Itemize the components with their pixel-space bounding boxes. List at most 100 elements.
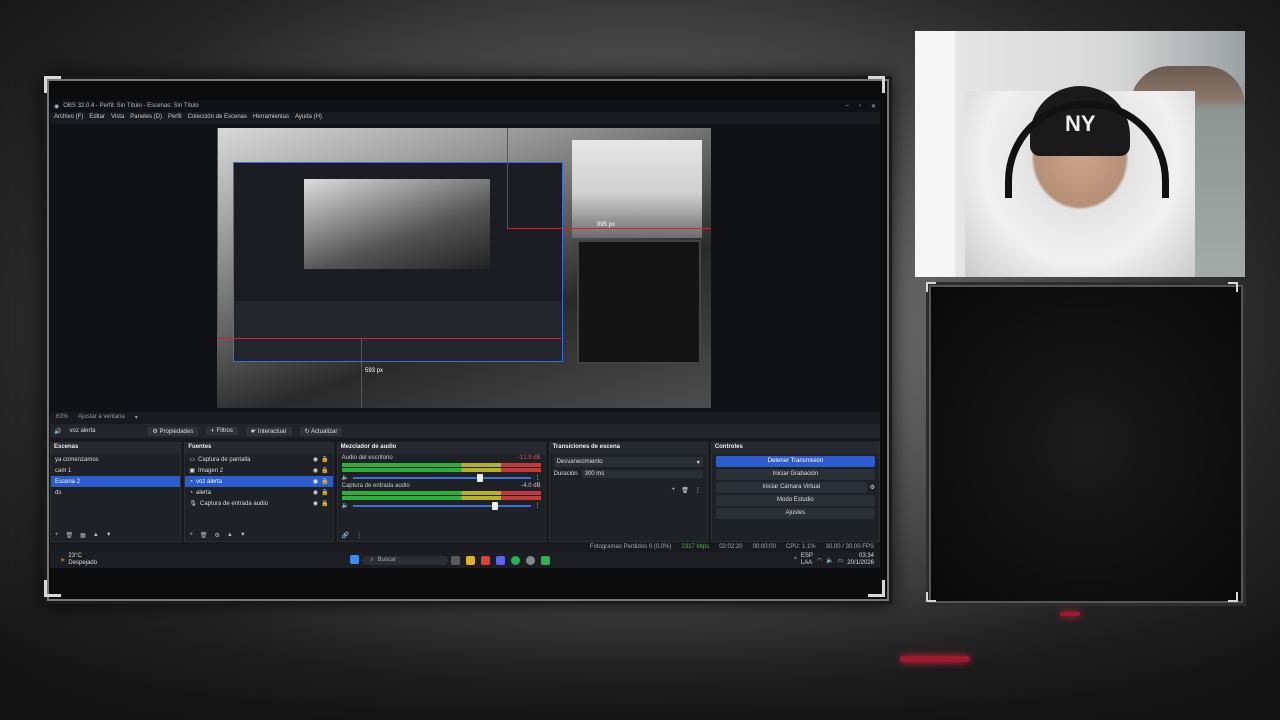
app-icon[interactable]: [541, 555, 551, 565]
add-icon[interactable]: +: [55, 532, 59, 539]
lock-icon[interactable]: 🔒: [321, 456, 328, 463]
move-down-icon[interactable]: ▼: [106, 532, 112, 539]
fit-window-label[interactable]: Ajustar a ventana: [78, 414, 125, 420]
eye-icon[interactable]: ◉: [313, 456, 318, 463]
source-item[interactable]: ▭ Captura de pantalla ◉ 🔒: [185, 454, 332, 465]
gear-icon: ⚙: [152, 428, 160, 435]
eye-icon[interactable]: ◉: [313, 489, 318, 496]
image-source-box[interactable]: [577, 240, 701, 364]
trash-icon[interactable]: 🗑: [681, 487, 689, 494]
duration-input[interactable]: 300 ms: [581, 470, 703, 478]
taskview-icon[interactable]: [451, 555, 461, 565]
scene-item[interactable]: ya comenzamos: [51, 454, 180, 465]
close-icon[interactable]: ✕: [871, 103, 876, 110]
language-indicator[interactable]: ESP LAA: [801, 553, 813, 567]
weather-temp: 23°C: [68, 553, 82, 559]
move-up-icon[interactable]: ▲: [93, 532, 99, 539]
fps-readout: 30.00 / 30.00 FPS: [825, 544, 874, 550]
transition-select[interactable]: Desvanecimiento ▾: [553, 457, 703, 467]
refresh-button[interactable]: ↻ Actualizar: [299, 426, 343, 436]
properties-button[interactable]: ⚙ Propiedades: [147, 426, 199, 436]
maximize-icon[interactable]: ▫: [859, 103, 861, 110]
source-toolbar: 🔊 voz alerta ⚙ Propiedades ◐ Filtros ☛ I…: [50, 424, 880, 438]
scene-item[interactable]: ds: [51, 487, 180, 498]
start-recording-button[interactable]: Iniciar Grabación: [715, 469, 875, 480]
speaker-icon[interactable]: 🔈: [342, 474, 349, 481]
lock-icon[interactable]: 🔒: [321, 478, 328, 485]
obs-taskbar-icon[interactable]: [526, 555, 536, 565]
clock[interactable]: 03:34 20/1/2026: [847, 553, 874, 567]
add-icon[interactable]: +: [672, 487, 676, 494]
taskbar-search[interactable]: ⌕ Buscar: [362, 555, 449, 565]
filters-label: Filtros: [216, 428, 233, 434]
move-up-icon[interactable]: ▲: [227, 532, 233, 539]
preview-area[interactable]: 895 px 593 px: [50, 124, 880, 412]
menu-archivo[interactable]: Archivo (F): [54, 114, 83, 120]
source-item-selected[interactable]: ◔ voz alerta ◉ 🔒: [185, 476, 333, 487]
link-icon[interactable]: 🔗: [342, 532, 349, 539]
battery-icon[interactable]: ▭: [838, 557, 844, 564]
filters-button[interactable]: ◐ Filtros: [206, 427, 238, 435]
kebab-icon[interactable]: ⋮: [535, 474, 541, 481]
preview-canvas[interactable]: 895 px 593 px: [217, 128, 711, 408]
gear-icon[interactable]: ⚙: [870, 484, 875, 491]
kebab-icon[interactable]: ⋮: [535, 502, 541, 509]
menu-editar[interactable]: Editar: [89, 114, 105, 120]
frame-corner: [868, 76, 885, 93]
spotify-icon[interactable]: [511, 555, 521, 565]
weather-widget[interactable]: 23°C Despejado: [68, 553, 97, 567]
nested-screen-capture[interactable]: [233, 162, 563, 362]
frame-corner: [1228, 592, 1238, 602]
scene-filter-icon[interactable]: ▦: [80, 532, 86, 539]
kebab-icon[interactable]: ⋮: [356, 532, 362, 539]
wifi-icon[interactable]: ◠: [817, 557, 822, 564]
gear-icon[interactable]: ⚙: [215, 532, 220, 539]
scene-item-selected[interactable]: Escena 2: [51, 476, 181, 487]
move-down-icon[interactable]: ▼: [240, 532, 246, 539]
zoom-level[interactable]: 63%: [56, 414, 68, 420]
cpu-usage: CPU: 1.1%: [785, 544, 816, 550]
lock-icon[interactable]: 🔒: [321, 467, 328, 474]
eye-icon[interactable]: ◉: [313, 478, 318, 485]
add-icon[interactable]: +: [189, 532, 193, 539]
frame-corner: [868, 580, 885, 597]
settings-button[interactable]: Ajustes: [715, 508, 875, 519]
stop-stream-button[interactable]: Detener Transmisión: [715, 456, 875, 467]
virtual-camera-button[interactable]: Iniciar Cámara Virtual: [715, 482, 867, 493]
studio-mode-button[interactable]: Modo Estudio: [715, 495, 875, 506]
trash-icon[interactable]: 🗑: [200, 532, 208, 539]
source-item[interactable]: ◔ alerta ◉ 🔒: [185, 487, 332, 498]
menu-ayuda[interactable]: Ayuda (H): [295, 114, 322, 120]
minimize-icon[interactable]: –: [845, 103, 848, 110]
windows-start-icon[interactable]: [347, 554, 362, 566]
menu-perfil[interactable]: Perfil: [168, 114, 182, 120]
clock-date: 20/1/2026: [847, 560, 874, 566]
menu-herramientas[interactable]: Herramientas: [253, 114, 289, 120]
discord-icon[interactable]: [496, 555, 506, 565]
volume-icon[interactable]: 🔈: [826, 557, 833, 564]
chevron-up-icon[interactable]: ^: [794, 557, 797, 563]
source-item[interactable]: 🎙 Captura de entrada audio ◉ 🔒: [185, 498, 332, 509]
source-item[interactable]: ▣ Imagen 2 ◉ 🔒: [185, 465, 332, 476]
sources-title: Fuentes: [185, 443, 333, 454]
interact-button[interactable]: ☛ Interactuar: [245, 426, 292, 436]
lock-icon[interactable]: 🔒: [321, 500, 328, 507]
eye-icon[interactable]: ◉: [313, 500, 318, 507]
brave-icon[interactable]: [481, 555, 491, 565]
lock-icon[interactable]: 🔒: [321, 489, 328, 496]
channel-name: Captura de entrada audio: [341, 483, 410, 489]
speaker-icon[interactable]: 🔈: [342, 502, 349, 509]
kebab-icon[interactable]: ⋮: [695, 487, 701, 494]
webcam-source[interactable]: [572, 140, 702, 238]
menu-paneles[interactable]: Paneles (D): [130, 114, 162, 120]
volume-slider[interactable]: [353, 501, 531, 510]
scene-item[interactable]: cam 1: [51, 465, 180, 476]
chevron-down-icon[interactable]: ▾: [135, 414, 138, 421]
menu-vista[interactable]: Vista: [111, 114, 124, 120]
lang-code: ESP: [800, 553, 813, 559]
explorer-icon[interactable]: [466, 555, 476, 565]
eye-icon[interactable]: ◉: [313, 467, 318, 474]
trash-icon[interactable]: 🗑: [66, 532, 74, 539]
menu-coleccion[interactable]: Colección de Escenas: [188, 114, 247, 120]
volume-slider[interactable]: [353, 473, 531, 482]
